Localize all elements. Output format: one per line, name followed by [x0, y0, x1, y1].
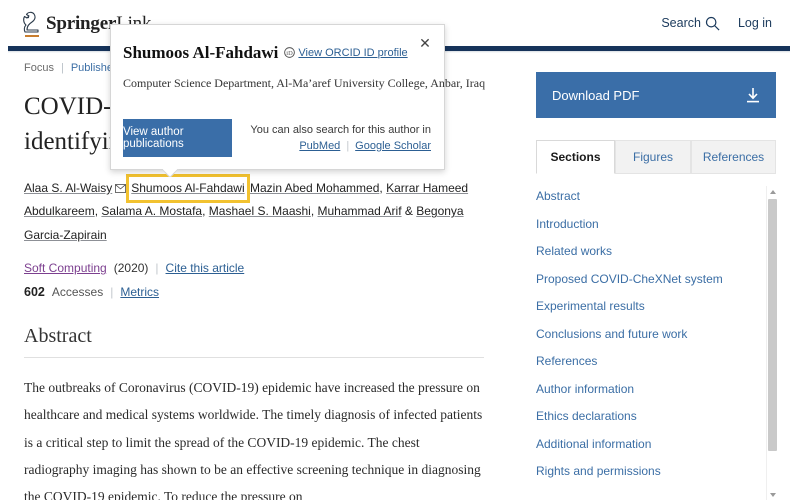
popup-header-row: Shumoos Al-Fahdawi iD View ORCID ID prof…	[123, 43, 444, 63]
popup-actions: View author publications You can also se…	[111, 107, 444, 169]
author-link-muhammad-arif[interactable]: Muhammad Arif	[318, 204, 402, 218]
journal-name-link[interactable]: Soft Computing	[24, 261, 107, 275]
sidebar-item-related-works[interactable]: Related works	[536, 244, 756, 258]
author-search-prompt: You can also search for this author in	[250, 124, 431, 136]
close-icon[interactable]: ✕	[417, 35, 433, 51]
sidebar-item-introduction[interactable]: Introduction	[536, 217, 756, 231]
breadcrumb-focus: Focus	[24, 62, 54, 74]
download-icon	[747, 87, 759, 102]
search-icon	[705, 16, 720, 30]
search-label: Search	[661, 16, 701, 30]
logo-underline-accent	[25, 35, 39, 37]
sidebar-item-rights-and-permissions[interactable]: Rights and permissions	[536, 464, 756, 478]
author-search-block: You can also search for this author in P…	[250, 124, 431, 152]
sidebar-item-conclusions[interactable]: Conclusions and future work	[536, 327, 756, 341]
tab-figures[interactable]: Figures	[615, 140, 691, 174]
accesses-label: Accesses	[51, 285, 104, 300]
abstract-text: The outbreaks of Coronavirus (COVID-19) …	[24, 380, 483, 500]
author-link-salama-a-mostafa[interactable]: Salama A. Mostafa	[101, 204, 202, 218]
scrollbar-down-arrow[interactable]	[767, 489, 778, 500]
svg-text:iD: iD	[287, 50, 294, 57]
login-button[interactable]: Log in	[738, 16, 772, 30]
journal-separator: |	[155, 261, 159, 276]
author-link-shumoos-al-fahdawi[interactable]: Shumoos Al-Fahdawi	[131, 181, 244, 195]
author-conjunction: &	[404, 204, 413, 219]
sidebar-item-references[interactable]: References	[536, 354, 756, 368]
springerlink-article-page: SpringerLink Search Log in Focus | Publi…	[0, 0, 800, 500]
view-author-publications-button[interactable]: View author publications	[123, 119, 233, 157]
journal-info-line: Soft Computing (2020) | Cite this articl…	[24, 261, 520, 275]
springer-knight-icon	[23, 11, 39, 33]
metrics-line: 602 Accesses | Metrics	[24, 285, 520, 299]
orcid-profile-link-group[interactable]: iD View ORCID ID profile	[284, 47, 408, 59]
metrics-separator: |	[110, 285, 114, 300]
author-sep-4: ,	[202, 204, 209, 219]
popup-affiliation: Computer Science Department, Al-Ma’aref …	[123, 76, 486, 90]
sections-nav-list: Abstract Introduction Related works Prop…	[536, 189, 756, 478]
download-pdf-button[interactable]: Download PDF	[536, 72, 776, 118]
author-link-mazin-abed-mohammed[interactable]: Mazin Abed Mohammed	[250, 181, 379, 195]
sidebar-item-experimental-results[interactable]: Experimental results	[536, 299, 756, 313]
page-right-gutter	[790, 0, 800, 500]
author-info-popup: ✕ Shumoos Al-Fahdawi iD View ORCID ID pr…	[110, 24, 486, 170]
accesses-count: 602	[24, 285, 45, 300]
corresponding-author-envelope-icon[interactable]	[115, 184, 127, 193]
tab-references[interactable]: References	[691, 140, 776, 174]
sidebar-item-abstract[interactable]: Abstract	[536, 189, 756, 203]
orcid-profile-link[interactable]: View ORCID ID profile	[298, 47, 407, 59]
sidebar-tabs: Sections Figures References	[536, 140, 776, 174]
page-left-gutter	[0, 0, 8, 500]
author-search-links: PubMed | Google Scholar	[250, 140, 431, 152]
scrollbar-thumb[interactable]	[768, 199, 777, 451]
sidebar-item-additional-information[interactable]: Additional information	[536, 437, 756, 451]
popup-pointer-tail	[163, 169, 179, 177]
pubmed-link[interactable]: PubMed	[299, 140, 340, 152]
cite-article-link[interactable]: Cite this article	[166, 261, 245, 275]
journal-year: (2020)	[113, 261, 149, 276]
author-list: Alaa S. Al-Waisy Shumoos Al-Fahdawi Mazin…	[24, 173, 494, 247]
scrollbar-up-arrow[interactable]	[767, 186, 778, 197]
author-sep-5: ,	[310, 204, 318, 219]
author-highlight-box[interactable]: Shumoos Al-Fahdawi	[126, 173, 250, 204]
sidebar-item-proposed-system[interactable]: Proposed COVID-CheXNet system	[536, 272, 756, 286]
sidebar-scrollbar[interactable]	[766, 186, 777, 500]
author-link-alaa-s-al-waisy[interactable]: Alaa S. Al-Waisy	[24, 181, 112, 195]
orcid-icon: iD	[284, 47, 296, 58]
breadcrumb-separator: |	[60, 62, 64, 74]
header-actions: Search Log in	[661, 16, 772, 31]
download-pdf-label: Download PDF	[552, 87, 640, 103]
popup-author-name: Shumoos Al-Fahdawi	[123, 43, 279, 62]
google-scholar-link[interactable]: Google Scholar	[355, 140, 431, 152]
article-sidebar: Download PDF Sections Figures References…	[536, 72, 782, 500]
abstract-heading: Abstract	[24, 325, 484, 359]
logo-springer-text: Springer	[46, 13, 117, 34]
metrics-link[interactable]: Metrics	[120, 285, 159, 299]
sidebar-item-author-information[interactable]: Author information	[536, 382, 756, 396]
author-link-mashael-s-maashi[interactable]: Mashael S. Maashi	[209, 204, 311, 218]
author-search-separator: |	[346, 140, 350, 152]
search-button[interactable]: Search	[661, 16, 720, 31]
sidebar-item-ethics-declarations[interactable]: Ethics declarations	[536, 409, 756, 423]
tab-sections[interactable]: Sections	[536, 140, 615, 174]
